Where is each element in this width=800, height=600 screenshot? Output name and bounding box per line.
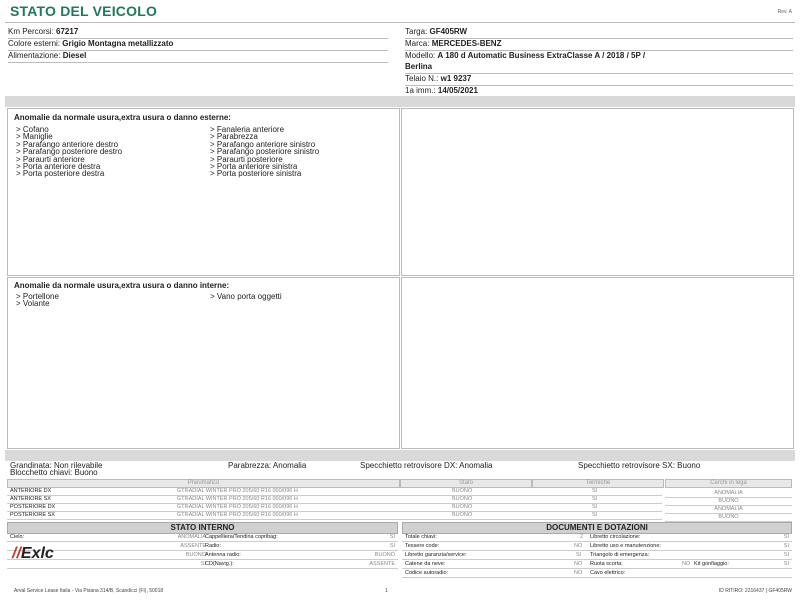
external-damage-col2: > Fanaleria anteriore > Parabrezza > Par…	[210, 125, 319, 179]
table-row: Catene da neve: NO Ruota scorta: NO Kit …	[402, 560, 792, 569]
colore-value: Grigio Montagna metallizzato	[62, 39, 174, 48]
tyre-position: ANTERIORE SX	[10, 496, 51, 502]
tyres-rows: ANTERIORE DX GTRADIAL WINTER PRO 205/60 …	[7, 488, 662, 520]
table-row: SI CD(Navig.): ASSENTE	[7, 560, 398, 569]
external-photo-box	[401, 108, 794, 276]
internal-damage-col2: > Vano porta oggetti	[210, 292, 282, 301]
logo-mark-icon: //	[12, 545, 21, 562]
external-damage-col1: > Cofano > Maniglie > Parafango anterior…	[16, 125, 122, 179]
table-row: ANTERIORE DX GTRADIAL WINTER PRO 205/60 …	[7, 488, 662, 496]
modello-value: A 180 d Automatic Business ExtraClasse A…	[437, 51, 646, 60]
tyre-position: POSTERIORE DX	[10, 504, 56, 510]
table-row: BUONO Antenna radio: BUONO	[7, 551, 398, 560]
cerchi-value: BUONO	[665, 498, 792, 506]
table-row: POSTERIORE DX GTRADIAL WINTER PRO 205/60…	[7, 504, 662, 512]
internal-damage-col1: > Portellone > Volante	[16, 292, 59, 309]
external-damage-box: Anomalie da normale usura,extra usura o …	[7, 108, 400, 276]
tyre-model: GTRADIAL WINTER PRO 205/60 R16 000/096 H	[177, 504, 298, 510]
table-row: Tessere code: NO Libretto uso e manutenz…	[402, 542, 792, 551]
table-row: ANTERIORE SX GTRADIAL WINTER PRO 205/60 …	[7, 496, 662, 504]
vehicle-info-right: Targa: GF405RW Marca: MERCEDES-BENZ Mode…	[405, 27, 793, 98]
table-row: Cielo: ANOMALIA Cappelliera/Tendina copr…	[7, 533, 398, 542]
stato-header: Stato	[400, 479, 532, 488]
telaio-row: Telaio N.: w1 9237	[405, 74, 793, 86]
cerchi-value: ANOMALIA	[665, 490, 792, 498]
alimentazione-row: Alimentazione: Diesel	[8, 51, 388, 63]
telaio-value: w1 9237	[440, 74, 472, 83]
documenti-table: Totale chiavi: 2 Libretto circolazione: …	[402, 533, 792, 578]
tyre-stato: BUONO	[452, 504, 473, 510]
marca-value: MERCEDES-BENZ	[431, 39, 502, 48]
list-item: > Volante	[16, 299, 50, 309]
modello-row: Modello: A 180 d Automatic Business Extr…	[405, 51, 646, 60]
cerchi-header: Cerchi in lega	[665, 479, 792, 488]
internal-photo-box	[401, 277, 794, 449]
table-row: Totale chiavi: 2 Libretto circolazione: …	[402, 533, 792, 542]
termiche-header: Termiche	[532, 479, 664, 488]
specchietto-dx-text: Specchietto retrovisore DX: Anomalia	[360, 461, 493, 470]
targa-value: GF405RW	[429, 27, 468, 36]
stato-interno-table: Cielo: ANOMALIA Cappelliera/Tendina copr…	[7, 533, 398, 569]
header-divider	[5, 22, 795, 23]
cerchi-value: BUONO	[665, 514, 792, 522]
table-row: POSTERIORE SX GTRADIAL WINTER PRO 205/60…	[7, 512, 662, 520]
tyre-termiche: SI	[592, 512, 598, 518]
specchietto-sx-text: Specchietto retrovisore SX: Buono	[578, 461, 701, 470]
list-item: > Porta posteriore destra	[16, 169, 105, 179]
section-band	[5, 96, 795, 107]
section-band-2	[5, 450, 795, 461]
page-title: STATO DEL VEICOLO	[10, 3, 158, 19]
tyre-model: GTRADIAL WINTER PRO 205/60 R16 000/096 H	[177, 512, 298, 518]
revision-label: Rev. A	[777, 9, 792, 15]
footer-company: Arval Service Lease Italia - Via Pisana …	[14, 588, 164, 594]
pneumatico-header: Pneumatico	[7, 479, 400, 488]
exlc-logo: //Exlc	[12, 545, 54, 562]
internal-damage-title: Anomalie da normale usura,extra usura o …	[14, 281, 230, 290]
table-row: ASSENTE Radio: SI	[7, 542, 398, 551]
km-row: Km Percorsi: 67217	[8, 27, 388, 39]
modello-row-2: Berlina	[405, 62, 793, 74]
list-item: > Vano porta oggetti	[210, 292, 282, 301]
footer-id: ID RITIRO: 2216437 | GF405RW	[718, 588, 792, 594]
tyre-stato: BUONO	[452, 512, 473, 518]
tyre-termiche: SI	[592, 504, 598, 510]
colore-row: Colore esterni: Grigio Montagna metalliz…	[8, 39, 388, 51]
immatricolazione-value: 14/05/2021	[437, 86, 478, 95]
cerchi-table: Cerchi in lega ANOMALIA BUONO ANOMALIA B…	[665, 479, 792, 522]
tyre-position: ANTERIORE DX	[10, 488, 52, 494]
cerchi-value: ANOMALIA	[665, 506, 792, 514]
alimentazione-value: Diesel	[62, 51, 87, 60]
tyre-termiche: SI	[592, 496, 598, 502]
blocchetto-text: Blocchetto chiavi: Buono	[10, 468, 98, 477]
parabrezza-text: Parabrezza: Anomalia	[228, 461, 307, 470]
tyre-model: GTRADIAL WINTER PRO 205/60 R16 000/096 H	[177, 496, 298, 502]
targa-row: Targa: GF405RW	[405, 27, 793, 39]
internal-damage-box: Anomalie da normale usura,extra usura o …	[7, 277, 400, 449]
tyre-termiche: SI	[592, 488, 598, 494]
list-item: > Porta posteriore sinistra	[210, 169, 302, 179]
external-damage-title: Anomalie da normale usura,extra usura o …	[14, 113, 231, 122]
marca-row: Marca: MERCEDES-BENZ	[405, 39, 793, 51]
tyre-stato: BUONO	[452, 488, 473, 494]
tyre-position: POSTERIORE SX	[10, 512, 55, 518]
km-value: 67217	[56, 27, 79, 36]
tyre-stato: BUONO	[452, 496, 473, 502]
vehicle-info-left: Km Percorsi: 67217 Colore esterni: Grigi…	[8, 27, 388, 63]
table-row: Codice autoradio: NO Cavo elettrico:	[402, 569, 792, 578]
footer-page-number: 1	[385, 588, 388, 594]
tyre-model: GTRADIAL WINTER PRO 205/60 R16 000/096 H	[177, 488, 298, 494]
table-row: Libretto garanzia/service: SI Triangolo …	[402, 551, 792, 560]
